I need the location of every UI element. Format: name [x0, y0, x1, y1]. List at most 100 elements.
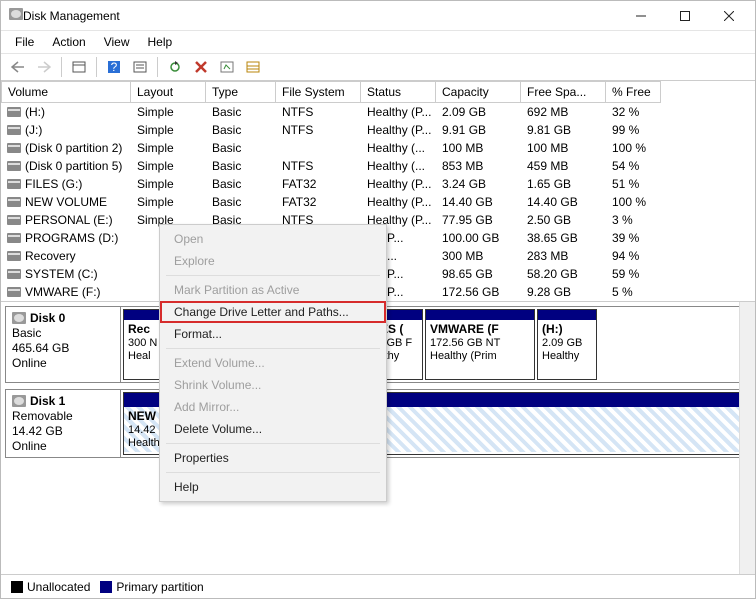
vertical-scrollbar[interactable]: [739, 302, 755, 574]
disk-0-status: Online: [12, 356, 114, 370]
vol-capacity: 172.56 GB: [436, 283, 521, 301]
vol-free: 283 MB: [521, 247, 606, 265]
volume-icon: [7, 233, 21, 243]
col-status[interactable]: Status: [361, 81, 436, 103]
disk-1-type: Removable: [12, 409, 114, 423]
volume-icon: [7, 179, 21, 189]
col-capacity[interactable]: Capacity: [436, 81, 521, 103]
vol-capacity: 3.24 GB: [436, 175, 521, 193]
forward-button[interactable]: [33, 56, 55, 78]
vol-status: Healthy (P...: [361, 103, 436, 121]
vol-layout: Simple: [131, 193, 206, 211]
properties-icon[interactable]: [129, 56, 151, 78]
cm-delete-volume[interactable]: Delete Volume...: [160, 418, 386, 440]
vol-pct: 94 %: [606, 247, 661, 265]
close-button[interactable]: [707, 2, 751, 30]
vol-status: Healthy (P...: [361, 175, 436, 193]
col-layout[interactable]: Layout: [131, 81, 206, 103]
partition[interactable]: VMWARE (F172.56 GB NTHealthy (Prim: [425, 309, 535, 380]
volume-row[interactable]: (J:)SimpleBasicNTFSHealthy (P...9.91 GB9…: [1, 121, 755, 139]
col-filesystem[interactable]: File System: [276, 81, 361, 103]
volume-name: PROGRAMS (D:): [1, 229, 131, 247]
maximize-button[interactable]: [663, 2, 707, 30]
volume-name: NEW VOLUME: [1, 193, 131, 211]
volume-row[interactable]: (H:)SimpleBasicNTFSHealthy (P...2.09 GB6…: [1, 103, 755, 121]
vol-layout: Simple: [131, 175, 206, 193]
list-icon[interactable]: [242, 56, 264, 78]
delete-icon[interactable]: [190, 56, 212, 78]
disk-icon: [12, 312, 26, 324]
help-icon[interactable]: ?: [103, 56, 125, 78]
vol-free: 692 MB: [521, 103, 606, 121]
volume-icon: [7, 287, 21, 297]
vol-pct: 54 %: [606, 157, 661, 175]
vol-status: Healthy (...: [361, 157, 436, 175]
disk-0-info[interactable]: Disk 0 Basic 465.64 GB Online: [6, 307, 121, 382]
volume-name: Recovery: [1, 247, 131, 265]
cm-shrink-volume[interactable]: Shrink Volume...: [160, 374, 386, 396]
vol-pct: 39 %: [606, 229, 661, 247]
vol-fs: NTFS: [276, 103, 361, 121]
vol-free: 38.65 GB: [521, 229, 606, 247]
vol-free: 58.20 GB: [521, 265, 606, 283]
vol-fs: NTFS: [276, 121, 361, 139]
vol-capacity: 14.40 GB: [436, 193, 521, 211]
vol-status: Healthy (P...: [361, 193, 436, 211]
cm-open[interactable]: Open: [160, 228, 386, 250]
vol-pct: 51 %: [606, 175, 661, 193]
col-volume[interactable]: Volume: [1, 81, 131, 103]
vol-type: Basic: [206, 175, 276, 193]
cm-help[interactable]: Help: [160, 476, 386, 498]
volume-name: VMWARE (F:): [1, 283, 131, 301]
view-options-button[interactable]: [68, 56, 90, 78]
back-button[interactable]: [7, 56, 29, 78]
volume-row[interactable]: (Disk 0 partition 2)SimpleBasicHealthy (…: [1, 139, 755, 157]
partition[interactable]: (H:)2.09 GBHealthy: [537, 309, 597, 380]
vol-status: Healthy (...: [361, 139, 436, 157]
vol-fs: FAT32: [276, 193, 361, 211]
menu-file[interactable]: File: [7, 33, 42, 51]
volume-name: (H:): [1, 103, 131, 121]
action-icon[interactable]: [216, 56, 238, 78]
cm-properties[interactable]: Properties: [160, 447, 386, 469]
volume-icon: [7, 197, 21, 207]
vol-pct: 5 %: [606, 283, 661, 301]
vol-free: 14.40 GB: [521, 193, 606, 211]
volume-icon: [7, 269, 21, 279]
vol-capacity: 853 MB: [436, 157, 521, 175]
titlebar: Disk Management: [1, 1, 755, 31]
menubar: File Action View Help: [1, 31, 755, 53]
disk-1-info[interactable]: Disk 1 Removable 14.42 GB Online: [6, 390, 121, 457]
vol-pct: 32 %: [606, 103, 661, 121]
disk-icon: [12, 395, 26, 407]
menu-help[interactable]: Help: [140, 33, 181, 51]
col-type[interactable]: Type: [206, 81, 276, 103]
volume-icon: [7, 161, 21, 171]
col-pctfree[interactable]: % Free: [606, 81, 661, 103]
vol-free: 2.50 GB: [521, 211, 606, 229]
cm-mark-active[interactable]: Mark Partition as Active: [160, 279, 386, 301]
disk-1-label: Disk 1: [30, 394, 65, 408]
cm-format[interactable]: Format...: [160, 323, 386, 345]
cm-explore[interactable]: Explore: [160, 250, 386, 272]
minimize-button[interactable]: [619, 2, 663, 30]
app-icon: [9, 8, 23, 23]
volume-row[interactable]: FILES (G:)SimpleBasicFAT32Healthy (P...3…: [1, 175, 755, 193]
cm-change-drive-letter[interactable]: Change Drive Letter and Paths...: [160, 301, 386, 323]
menu-view[interactable]: View: [96, 33, 138, 51]
menu-action[interactable]: Action: [44, 33, 93, 51]
vol-capacity: 300 MB: [436, 247, 521, 265]
volume-icon: [7, 107, 21, 117]
cm-extend-volume[interactable]: Extend Volume...: [160, 352, 386, 374]
statusbar: Unallocated Primary partition: [1, 574, 755, 598]
vol-capacity: 2.09 GB: [436, 103, 521, 121]
refresh-icon[interactable]: [164, 56, 186, 78]
volume-row[interactable]: (Disk 0 partition 5)SimpleBasicNTFSHealt…: [1, 157, 755, 175]
volume-name: (J:): [1, 121, 131, 139]
vol-pct: 100 %: [606, 193, 661, 211]
vol-layout: Simple: [131, 121, 206, 139]
col-freespace[interactable]: Free Spa...: [521, 81, 606, 103]
cm-add-mirror[interactable]: Add Mirror...: [160, 396, 386, 418]
volume-row[interactable]: NEW VOLUMESimpleBasicFAT32Healthy (P...1…: [1, 193, 755, 211]
vol-fs: NTFS: [276, 157, 361, 175]
